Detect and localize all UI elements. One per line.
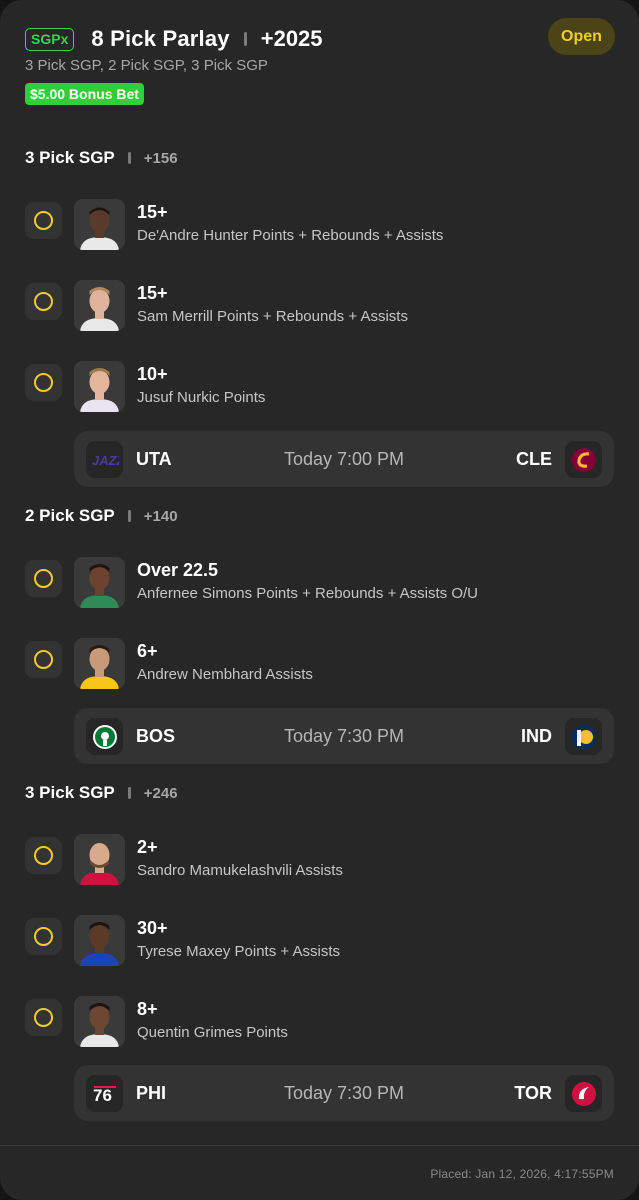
parlay-subtitle: 3 Pick SGP, 2 Pick SGP, 3 Pick SGP — [25, 57, 268, 74]
home-team-abbr: TOR — [514, 1083, 552, 1103]
player-headshot — [74, 199, 125, 250]
status-badge: Open — [548, 18, 615, 55]
leg-status — [25, 918, 62, 955]
pending-ring-icon — [34, 292, 53, 311]
bet-leg[interactable]: 8+ Quentin Grimes Points — [25, 996, 615, 1048]
section-odds: +140 — [143, 507, 178, 525]
leg-description: Jusuf Nurkic Points — [137, 389, 266, 406]
section-separator — [127, 152, 131, 164]
leg-status — [25, 202, 62, 239]
leg-description: Sandro Mamukelashvili Assists — [137, 862, 343, 879]
section-header: 2 Pick SGP +140 — [25, 506, 178, 526]
player-headshot — [74, 834, 125, 885]
leg-line: 2+ — [137, 837, 158, 857]
bet-leg[interactable]: Over 22.5 Anfernee Simons Points + Rebou… — [25, 557, 615, 609]
leg-status — [25, 641, 62, 678]
parlay-odds: +2025 — [260, 26, 323, 51]
pending-ring-icon — [34, 211, 53, 230]
section-separator — [127, 510, 131, 522]
section-title: 3 Pick SGP — [25, 783, 115, 802]
home-team-abbr: IND — [521, 726, 552, 746]
leg-status — [25, 283, 62, 320]
parlay-header: SGPx 8 Pick Parlay +2025 Open 3 Pick SGP… — [25, 18, 615, 105]
leg-description: Tyrese Maxey Points + Assists — [137, 943, 340, 960]
pending-ring-icon — [34, 927, 53, 946]
game-matchup[interactable]: BOS Today 7:30 PM IND — [74, 708, 614, 764]
parlay-title: 8 Pick Parlay — [91, 26, 230, 51]
home-team-abbr: CLE — [516, 449, 552, 469]
section-title: 3 Pick SGP — [25, 148, 115, 167]
leg-status — [25, 364, 62, 401]
leg-status — [25, 837, 62, 874]
leg-description: Andrew Nembhard Assists — [137, 666, 313, 683]
bet-leg[interactable]: 6+ Andrew Nembhard Assists — [25, 638, 615, 690]
leg-line: 15+ — [137, 202, 168, 222]
player-headshot — [74, 280, 125, 331]
player-headshot — [74, 638, 125, 689]
parlay-card[interactable]: SGPx 8 Pick Parlay +2025 Open 3 Pick SGP… — [0, 0, 639, 1200]
game-matchup[interactable]: 76 PHI Today 7:30 PM TOR — [74, 1065, 614, 1121]
bonus-bet-badge: $5.00 Bonus Bet — [25, 83, 144, 105]
player-headshot — [74, 361, 125, 412]
section-separator — [127, 787, 131, 799]
pacers-logo-icon — [565, 718, 602, 755]
leg-line: 8+ — [137, 999, 158, 1019]
section-header: 3 Pick SGP +246 — [25, 783, 178, 803]
leg-status — [25, 560, 62, 597]
placed-timestamp: Placed: Jan 12, 2026, 4:17:55PM — [430, 1167, 614, 1181]
leg-line: 6+ — [137, 641, 158, 661]
leg-description: Sam Merrill Points + Rebounds + Assists — [137, 308, 408, 325]
bet-leg[interactable]: 15+ Sam Merrill Points + Rebounds + Assi… — [25, 280, 615, 332]
cavaliers-logo-icon — [565, 441, 602, 478]
game-matchup[interactable]: JAZZ UTA Today 7:00 PM CLE — [74, 431, 614, 487]
player-headshot — [74, 996, 125, 1047]
leg-line: Over 22.5 — [137, 560, 219, 580]
pending-ring-icon — [34, 569, 53, 588]
pending-ring-icon — [34, 650, 53, 669]
title-separator — [243, 32, 247, 46]
leg-line: 30+ — [137, 918, 168, 938]
leg-line: 15+ — [137, 283, 168, 303]
pending-ring-icon — [34, 373, 53, 392]
leg-description: Anfernee Simons Points + Rebounds + Assi… — [137, 585, 479, 602]
player-headshot — [74, 557, 125, 608]
section-header: 3 Pick SGP +156 — [25, 148, 178, 168]
bet-leg[interactable]: 15+ De'Andre Hunter Points + Rebounds + … — [25, 199, 615, 251]
leg-description: Quentin Grimes Points — [137, 1024, 288, 1041]
bet-leg[interactable]: 2+ Sandro Mamukelashvili Assists — [25, 834, 615, 886]
bet-leg[interactable]: 30+ Tyrese Maxey Points + Assists — [25, 915, 615, 967]
player-headshot — [74, 915, 125, 966]
leg-description: De'Andre Hunter Points + Rebounds + Assi… — [137, 227, 444, 244]
sgpx-badge: SGPx — [25, 27, 75, 51]
leg-status — [25, 999, 62, 1036]
pending-ring-icon — [34, 1008, 53, 1027]
footer-divider — [0, 1145, 639, 1146]
raptors-logo-icon — [565, 1075, 602, 1112]
section-odds: +246 — [143, 784, 178, 802]
leg-line: 10+ — [137, 364, 168, 384]
bet-leg[interactable]: 10+ Jusuf Nurkic Points — [25, 361, 615, 413]
section-title: 2 Pick SGP — [25, 506, 115, 525]
section-odds: +156 — [143, 149, 178, 167]
pending-ring-icon — [34, 846, 53, 865]
